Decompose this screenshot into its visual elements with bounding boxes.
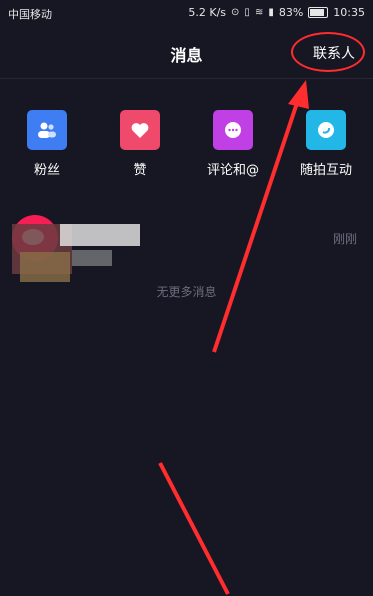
heart-icon [120, 110, 160, 150]
fans-icon [27, 110, 67, 150]
contacts-button[interactable]: 联系人 [313, 43, 355, 63]
signal-icon: ▮ [268, 7, 274, 18]
divider [0, 78, 373, 79]
status-right: 5.2 K/s ⊙ ▯ ≋ ▮ 83% 10:35 [188, 6, 365, 19]
location-icon: ⊙ [231, 7, 240, 18]
clock: 10:35 [333, 6, 365, 19]
redaction-block [60, 224, 140, 246]
quick-label: 随拍互动 [299, 163, 352, 178]
status-bar: 中国移动 5.2 K/s ⊙ ▯ ≋ ▮ 83% 10:35 [0, 0, 373, 26]
annotation-arrow-lower [158, 462, 230, 595]
battery-icon [308, 7, 329, 18]
wifi-icon: ≋ [254, 7, 264, 18]
quick-label: 评论和@ [206, 163, 259, 178]
moon-icon [306, 110, 346, 150]
redaction-block [72, 250, 112, 266]
no-more-messages: 无更多消息 [156, 285, 217, 299]
message-item[interactable]: 刚刚 [0, 210, 373, 282]
quick-label: 粉丝 [33, 163, 60, 178]
network-speed: 5.2 K/s [188, 6, 227, 19]
comment-icon [213, 110, 253, 150]
message-time: 刚刚 [332, 232, 357, 246]
quick-item-comments[interactable]: 评论和@ [193, 110, 273, 178]
battery-percent: 83% [278, 6, 304, 19]
quick-label: 赞 [133, 163, 147, 178]
carrier-label: 中国移动 [8, 8, 52, 21]
quick-actions: 粉丝 赞 评论和@ 随拍互动 [0, 110, 373, 190]
quick-item-interactions[interactable]: 随拍互动 [286, 110, 366, 178]
quick-item-likes[interactable]: 赞 [100, 110, 180, 178]
vibrate-icon: ▯ [244, 7, 250, 18]
redaction-block [20, 252, 70, 282]
quick-item-fans[interactable]: 粉丝 [7, 110, 87, 178]
nav-bar: 消息 联系人 [0, 26, 373, 78]
